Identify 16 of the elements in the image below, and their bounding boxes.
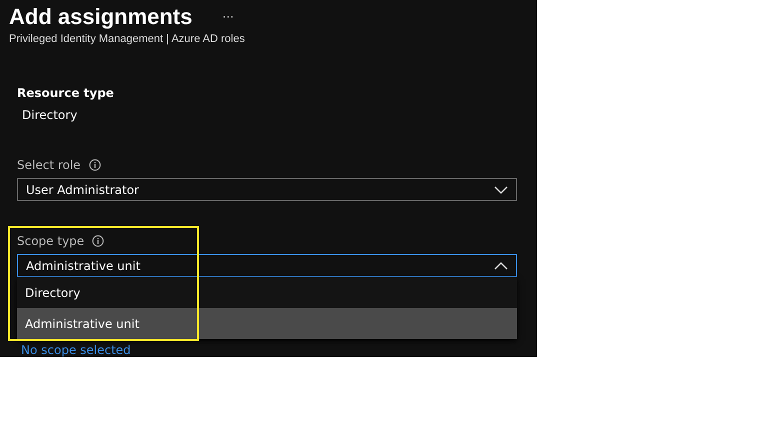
info-icon[interactable] — [92, 235, 104, 247]
chevron-down-icon — [494, 186, 508, 194]
more-button[interactable]: ··· — [222, 10, 234, 24]
page-title: Add assignments — [9, 4, 192, 30]
info-icon[interactable] — [88, 159, 101, 171]
scope-link[interactable]: No scope selected — [21, 343, 131, 357]
breadcrumb-subtitle: Privileged Identity Management | Azure AD roles — [9, 33, 246, 45]
field-value: Directory — [22, 108, 78, 122]
scope-dropdown[interactable]: Administrative unit — [17, 254, 517, 277]
chevron-up-icon — [494, 262, 508, 270]
role-dropdown[interactable]: User Administrator — [17, 178, 517, 201]
field-label: Resource type — [17, 86, 115, 100]
field-label: Select role — [17, 158, 81, 172]
dropdown-option[interactable]: Directory — [17, 277, 517, 308]
dropdown-option[interactable]: Administrative unit — [17, 308, 517, 339]
field-label: Scope type — [17, 234, 84, 248]
